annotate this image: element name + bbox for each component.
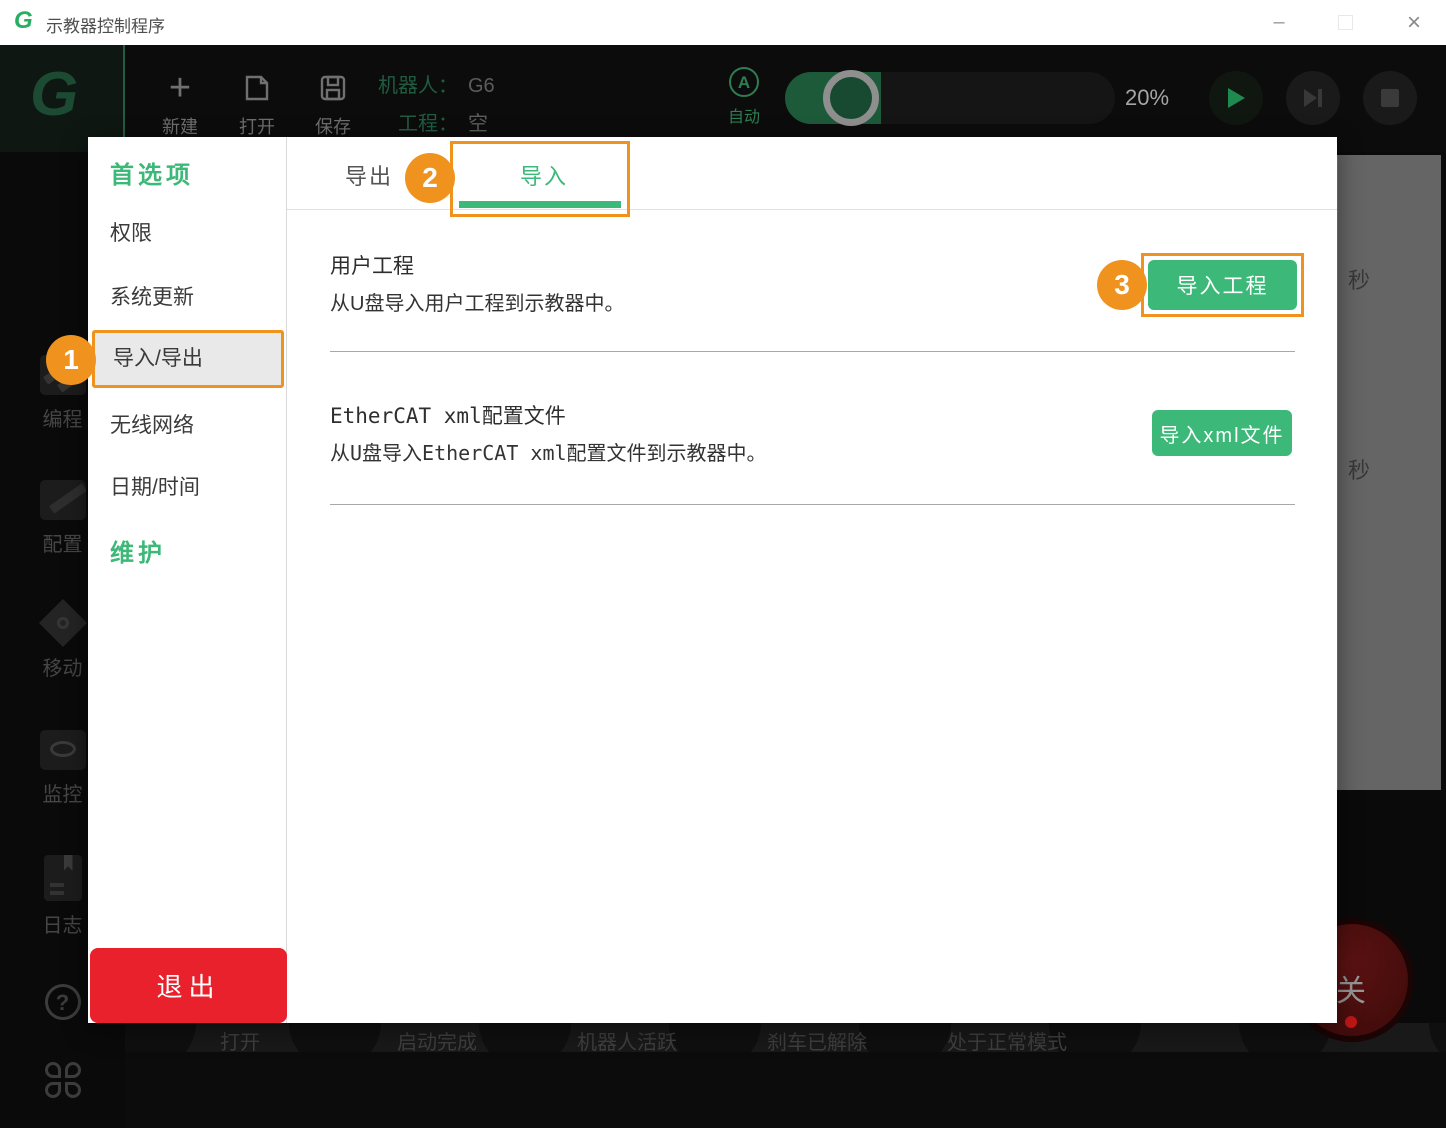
robot-value: G6: [468, 75, 495, 97]
step-button[interactable]: [1286, 71, 1340, 125]
help-icon: ?: [44, 984, 81, 1020]
stop-icon: [1381, 89, 1399, 107]
window-close-button[interactable]: ×: [1391, 0, 1437, 45]
import-export-content: 导出 导入 用户工程 从U盘导入用户工程到示教器中。 导入工程 EtherCAT…: [287, 137, 1337, 1023]
play-button[interactable]: [1209, 71, 1263, 125]
status-bump: [125, 1023, 196, 1052]
speed-value: 20%: [1125, 85, 1170, 110]
save-icon: [298, 69, 368, 107]
status-bump: [859, 1023, 951, 1052]
ethercat-title: EtherCAT xml配置文件: [330, 404, 566, 428]
log-icon: [43, 855, 82, 901]
teach-pendant-app: G 示教器控制程序 – × G + 新建 打开 保存 机器人： G6 工程： 空…: [0, 0, 1446, 1128]
status-robot-active: 机器人活跃: [577, 1032, 677, 1052]
monitor-icon: [39, 730, 86, 770]
open-file-icon: [222, 69, 292, 107]
status-bump: [289, 1023, 381, 1052]
robot-label: 机器人：: [378, 75, 458, 97]
import-xml-button[interactable]: 导入xml文件: [1152, 410, 1292, 456]
status-brake-released: 刹车已解除: [767, 1032, 867, 1052]
user-project-title: 用户工程: [330, 255, 414, 278]
skip-icon: [1304, 89, 1322, 107]
auto-mode-indicator[interactable]: A 自动: [722, 67, 766, 127]
exit-button[interactable]: 退出: [90, 948, 287, 1023]
play-icon: [1228, 88, 1245, 108]
menu-item-system-update[interactable]: 系统更新: [110, 281, 194, 311]
ethercat-desc: 从U盘导入EtherCAT xml配置文件到示教器中。: [330, 441, 767, 465]
new-label: 新建: [162, 117, 198, 137]
open-label: 打开: [239, 117, 275, 137]
stop-button[interactable]: [1363, 71, 1417, 125]
speed-slider-knob[interactable]: [823, 70, 879, 126]
brand-logo-icon: G: [30, 60, 78, 129]
window-maximize-button[interactable]: [1322, 0, 1368, 45]
annotation-step-2: 2: [405, 153, 455, 203]
new-project-button[interactable]: + 新建: [145, 69, 215, 139]
power-indicator-dot: [1345, 1016, 1357, 1028]
seconds-label: 秒: [1348, 268, 1371, 293]
seconds-label: 秒: [1348, 458, 1371, 483]
menu-item-date-time[interactable]: 日期/时间: [110, 471, 200, 501]
move-icon: [38, 598, 87, 648]
status-bump: [1429, 1023, 1446, 1052]
annotation-box-import-tab: [450, 141, 630, 217]
status-bump: [479, 1023, 571, 1052]
annotation-step-3: 3: [1097, 260, 1147, 310]
main-toolbar: G + 新建 打开 保存 机器人： G6 工程： 空 A 自动 20%: [0, 45, 1446, 152]
dimmed-settings-panel: 秒 秒: [1337, 155, 1441, 790]
app-logo-icon: G: [14, 7, 33, 34]
settings-menu: 首选项 权限 系统更新 导入/导出 无线网络 日期/时间 维护 退出: [88, 137, 287, 1023]
bottom-band: [125, 1052, 1446, 1128]
robot-info: 机器人： G6: [378, 69, 495, 98]
menu-item-import-export[interactable]: 导入/导出: [92, 330, 284, 388]
apps-grid-icon: [44, 1062, 81, 1098]
menu-item-permissions[interactable]: 权限: [110, 217, 152, 247]
power-switch-label: 关: [1336, 975, 1366, 1008]
settings-dialog: 首选项 权限 系统更新 导入/导出 无线网络 日期/时间 维护 退出 导出 导入…: [88, 137, 1337, 1023]
window-minimize-button[interactable]: –: [1256, 0, 1302, 45]
project-label: 工程：: [398, 113, 458, 135]
status-bump: [669, 1023, 761, 1052]
auto-mode-label: 自动: [727, 109, 760, 126]
speed-slider[interactable]: [785, 70, 1115, 126]
project-info: 工程： 空: [398, 107, 488, 136]
annotation-step-1: 1: [46, 335, 96, 385]
sidebar-item-apps[interactable]: [0, 1062, 125, 1098]
brand-logo-cell: G: [0, 45, 125, 152]
maximize-icon: [1337, 15, 1353, 30]
window-title-bar: G 示教器控制程序 – ×: [0, 0, 1446, 45]
section-divider: [330, 504, 1295, 505]
active-tab-underline: [459, 201, 621, 208]
user-project-desc: 从U盘导入用户工程到示教器中。: [330, 293, 625, 315]
menu-section-preferences: 首选项: [110, 162, 194, 189]
plus-icon: +: [168, 67, 192, 109]
section-divider: [330, 351, 1295, 352]
window-title: 示教器控制程序: [46, 17, 165, 36]
open-project-button[interactable]: 打开: [222, 69, 292, 139]
configuration-icon: [39, 480, 86, 520]
annotation-box-import-project: [1141, 253, 1304, 317]
status-open: 打开: [220, 1032, 260, 1052]
project-value: 空: [468, 113, 488, 135]
save-label: 保存: [315, 117, 351, 137]
auto-mode-icon: A: [729, 67, 759, 97]
save-project-button[interactable]: 保存: [298, 69, 368, 139]
menu-item-wireless[interactable]: 无线网络: [110, 409, 194, 439]
status-normal-mode: 处于正常模式: [947, 1032, 1067, 1052]
status-startup-complete: 启动完成: [397, 1032, 477, 1052]
tab-export[interactable]: 导出: [345, 159, 393, 191]
status-bar: 打开 启动完成 机器人活跃 刹车已解除 处于正常模式: [125, 1023, 1446, 1052]
menu-section-maintenance: 维护: [110, 540, 166, 567]
